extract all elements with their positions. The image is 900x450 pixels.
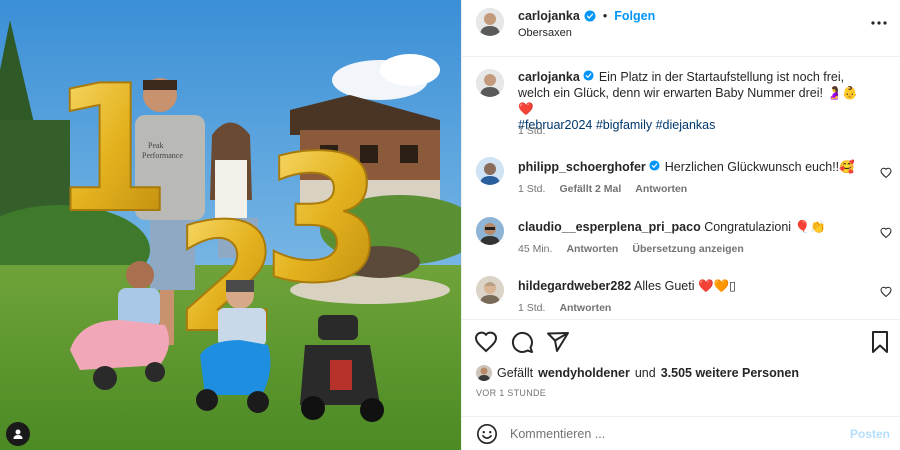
- translate-button[interactable]: Übersetzung anzeigen: [632, 243, 743, 255]
- caption-avatar[interactable]: [476, 69, 504, 97]
- verified-icon: [649, 160, 661, 172]
- author-username[interactable]: carlojanka: [518, 9, 580, 23]
- comment-time[interactable]: 45 Min.: [518, 243, 552, 255]
- user-tag-button[interactable]: [6, 422, 30, 446]
- more-options-button[interactable]: [870, 14, 888, 32]
- header-separator: •: [602, 9, 608, 23]
- comment-username[interactable]: claudio__esperplena_pri_paco: [518, 220, 701, 234]
- reply-button[interactable]: Antworten: [559, 302, 611, 314]
- post-header: carlojanka • Folgen Obersaxen: [462, 0, 900, 57]
- post-image: Peak Performance 1 2 3: [0, 0, 461, 450]
- comment-like-heart-icon[interactable]: [880, 227, 892, 239]
- post-detail-panel: carlojanka • Folgen Obersaxen carlojanka…: [461, 0, 900, 450]
- comment-time[interactable]: 1 Std.: [518, 183, 545, 195]
- comment-avatar[interactable]: [476, 276, 504, 304]
- caption-time[interactable]: 1 Std.: [518, 125, 545, 137]
- author-avatar[interactable]: [476, 8, 504, 36]
- follow-button[interactable]: Folgen: [614, 9, 655, 23]
- comment-text: Congratulazioni 🎈👏: [704, 220, 826, 234]
- comment-bar: Posten: [462, 416, 900, 450]
- post-timestamp[interactable]: VOR 1 STUNDE: [476, 388, 546, 398]
- comment-avatar[interactable]: [476, 217, 504, 245]
- comment-time[interactable]: 1 Std.: [518, 302, 545, 314]
- post-photo[interactable]: Peak Performance 1 2 3: [0, 0, 461, 450]
- likes-summary: Gefällt wendyholdener und 3.505 weitere …: [476, 365, 886, 381]
- comment-text: Alles Gueti ❤️🧡▯: [634, 279, 736, 293]
- bookmark-icon[interactable]: [868, 330, 892, 354]
- share-icon[interactable]: [546, 330, 570, 354]
- comment-text: Herzlichen Glückwunsch euch!!🥰: [664, 160, 855, 174]
- post-location[interactable]: Obersaxen: [518, 27, 572, 39]
- comment-like-heart-icon[interactable]: [880, 286, 892, 298]
- likes-count[interactable]: 3.505 weitere Personen: [661, 366, 799, 380]
- comment-like-heart-icon[interactable]: [880, 167, 892, 179]
- comment-avatar[interactable]: [476, 157, 504, 185]
- user-tag-icon: [13, 429, 23, 439]
- comments-list[interactable]: carlojanka Ein Platz in der Startaufstel…: [462, 57, 900, 319]
- comment-likes[interactable]: Gefällt 2 Mal: [559, 183, 621, 195]
- reply-button[interactable]: Antworten: [566, 243, 618, 255]
- likes-middle: und: [634, 366, 656, 380]
- more-icon: [871, 21, 887, 25]
- likes-prefix: Gefällt: [497, 366, 534, 380]
- comment-icon[interactable]: [510, 330, 534, 354]
- caption-hashtags[interactable]: #februar2024 #bigfamily #diejankas: [518, 118, 715, 132]
- comment-username[interactable]: hildegardweber282: [518, 279, 631, 293]
- emoji-icon[interactable]: [476, 423, 498, 445]
- liker-avatar[interactable]: [476, 365, 492, 381]
- liker-username[interactable]: wendyholdener: [538, 366, 630, 380]
- verified-icon: [584, 10, 596, 22]
- post-actions: [462, 319, 900, 365]
- balloon-digit-3: 3: [262, 119, 384, 322]
- verified-icon: [583, 70, 595, 82]
- balloon-digit-1: 1: [50, 49, 172, 252]
- comment-username[interactable]: philipp_schoerghofer: [518, 160, 646, 174]
- post-comment-button[interactable]: Posten: [850, 427, 890, 441]
- like-heart-icon[interactable]: [474, 330, 498, 354]
- comment-input[interactable]: [510, 424, 830, 444]
- reply-button[interactable]: Antworten: [635, 183, 687, 195]
- caption-username[interactable]: carlojanka: [518, 70, 580, 84]
